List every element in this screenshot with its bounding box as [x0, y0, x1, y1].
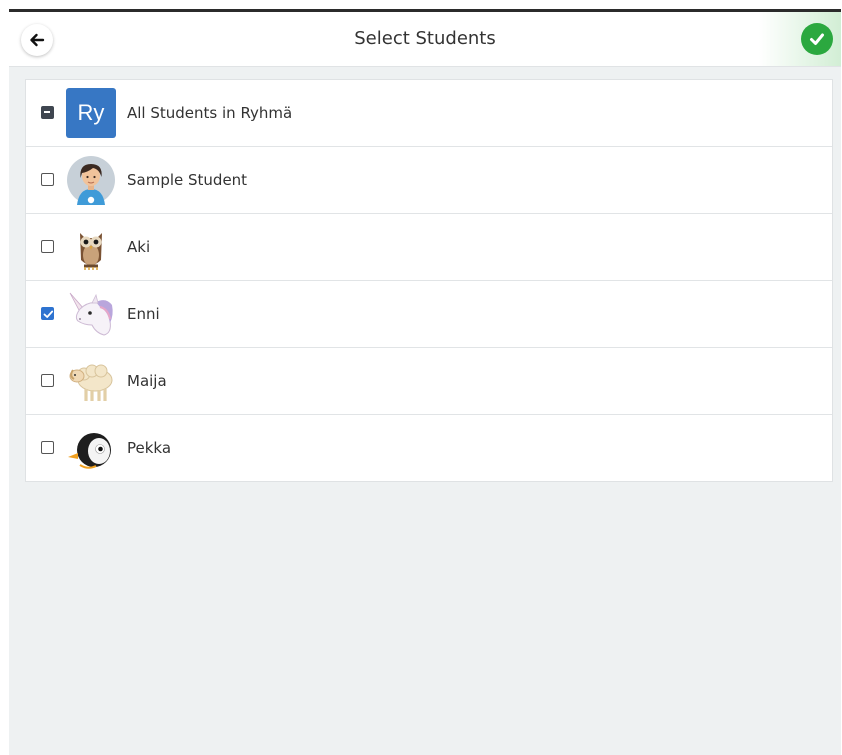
app-frame: Select Students Ry All Students in Ryhmä	[9, 9, 841, 755]
page-title: Select Students	[354, 28, 496, 49]
sheep-icon	[69, 364, 113, 401]
confirm-button[interactable]	[801, 23, 833, 55]
student-name: Sample Student	[127, 171, 248, 189]
student-checkbox[interactable]	[41, 441, 54, 454]
group-row[interactable]: Ry All Students in Ryhmä	[26, 80, 832, 147]
group-avatar: Ry	[66, 88, 116, 138]
penguin-icon	[68, 433, 111, 469]
group-checkbox[interactable]	[41, 106, 54, 119]
student-row-sample-student[interactable]: Sample Student	[26, 147, 832, 214]
student-checkbox[interactable]	[41, 307, 54, 320]
unicorn-icon	[69, 292, 113, 336]
student-checkbox[interactable]	[41, 374, 54, 387]
student-name: Maija	[127, 372, 167, 390]
student-name: Enni	[127, 305, 160, 323]
student-name: Pekka	[127, 439, 172, 457]
student-name: Aki	[127, 238, 151, 256]
student-list: Ry All Students in Ryhmä Sample Student	[25, 79, 833, 482]
arrow-left-icon	[30, 33, 45, 47]
student-row-aki[interactable]: Aki	[26, 214, 832, 281]
student-checkbox[interactable]	[41, 173, 54, 186]
student-row-pekka[interactable]: Pekka	[26, 415, 832, 481]
child-avatar-icon	[67, 156, 115, 205]
back-button[interactable]	[21, 24, 53, 56]
header-bar: Select Students	[9, 12, 841, 67]
student-row-maija[interactable]: Maija	[26, 348, 832, 415]
student-row-enni[interactable]: Enni	[26, 281, 832, 348]
student-checkbox[interactable]	[41, 240, 54, 253]
owl-icon	[80, 233, 102, 270]
checkmark-icon	[43, 310, 54, 318]
check-icon	[810, 33, 824, 45]
group-label: All Students in Ryhmä	[127, 104, 293, 122]
